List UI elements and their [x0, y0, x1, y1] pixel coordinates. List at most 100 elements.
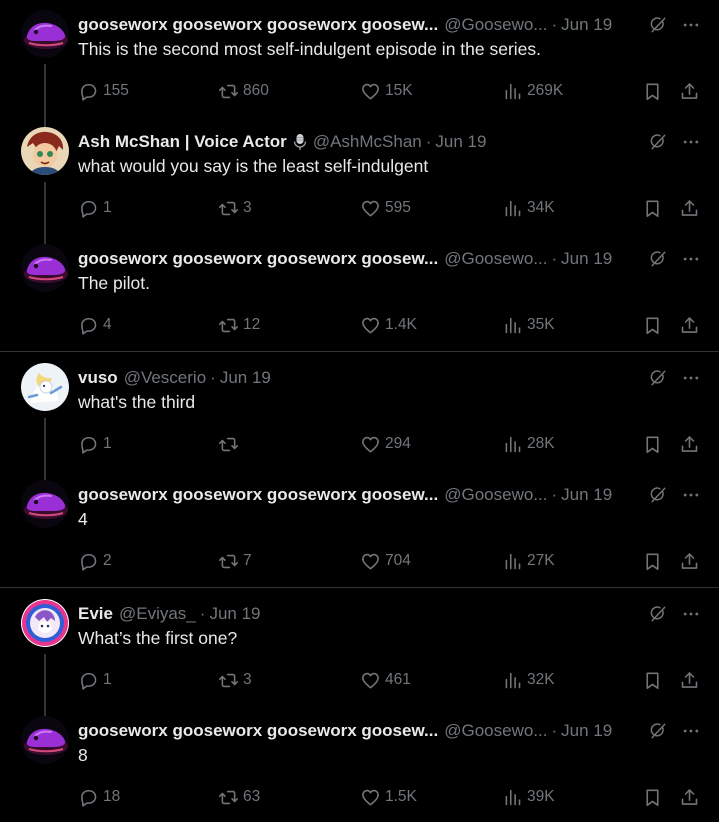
repost-button[interactable]: 3 [218, 196, 252, 220]
like-button[interactable]: 461 [360, 668, 411, 692]
display-name[interactable]: gooseworx gooseworx gooseworx goosew... [78, 15, 438, 35]
share-button[interactable] [679, 313, 700, 337]
grok-button[interactable] [648, 603, 668, 625]
like-button[interactable]: 595 [360, 196, 411, 220]
tweet[interactable]: Ash McShan | Voice Actor @AshMcShan · Ju… [0, 127, 719, 226]
tweet-actions: 1 294 28K [78, 432, 708, 456]
views-button[interactable]: 34K [502, 196, 555, 220]
avatar[interactable] [21, 127, 69, 175]
more-button[interactable] [681, 720, 701, 742]
user-handle[interactable]: @Vescerio [124, 368, 206, 388]
repost-button[interactable]: 12 [218, 313, 260, 337]
avatar[interactable] [21, 244, 69, 292]
display-name[interactable]: gooseworx gooseworx gooseworx goosew... [78, 485, 438, 505]
tweet[interactable]: vuso @Vescerio · Jun 19 what's the third… [0, 363, 719, 462]
share-button[interactable] [679, 79, 700, 103]
bookmark-button[interactable] [642, 79, 663, 103]
repost-button[interactable]: 63 [218, 785, 260, 809]
avatar[interactable] [21, 716, 69, 764]
heart-icon [360, 670, 381, 691]
tweet-date[interactable]: Jun 19 [220, 368, 271, 388]
more-button[interactable] [681, 131, 701, 153]
bookmark-button[interactable] [642, 196, 663, 220]
user-handle[interactable]: @Goosewo... [444, 485, 547, 505]
views-button[interactable]: 269K [502, 79, 563, 103]
views-button[interactable]: 32K [502, 668, 555, 692]
tweet-date[interactable]: Jun 19 [209, 604, 260, 624]
user-handle[interactable]: @Goosewo... [444, 15, 547, 35]
tweet-date[interactable]: Jun 19 [561, 485, 612, 505]
like-button[interactable]: 15K [360, 79, 413, 103]
like-button[interactable]: 1.5K [360, 785, 417, 809]
grok-button[interactable] [648, 367, 668, 389]
tweet-date[interactable]: Jun 19 [561, 249, 612, 269]
display-name[interactable]: vuso [78, 368, 118, 388]
avatar[interactable] [21, 599, 69, 647]
tweet-date[interactable]: Jun 19 [435, 132, 486, 152]
user-handle[interactable]: @Eviyas_ [119, 604, 196, 624]
grok-button[interactable] [648, 248, 668, 270]
bookmark-button[interactable] [642, 549, 663, 573]
grok-button[interactable] [648, 14, 668, 36]
more-button[interactable] [681, 367, 701, 389]
reply-button[interactable]: 1 [78, 668, 112, 692]
repost-button[interactable] [218, 432, 243, 456]
reply-button[interactable]: 18 [78, 785, 120, 809]
more-button[interactable] [681, 248, 701, 270]
share-button[interactable] [679, 549, 700, 573]
views-button[interactable]: 28K [502, 432, 555, 456]
bookmark-button[interactable] [642, 785, 663, 809]
display-name[interactable]: gooseworx gooseworx gooseworx goosew... [78, 249, 438, 269]
tweet[interactable]: gooseworx gooseworx gooseworx goosew... … [0, 716, 719, 815]
share-button[interactable] [679, 785, 700, 809]
more-button[interactable] [681, 14, 701, 36]
avatar[interactable] [21, 480, 69, 528]
microphone-icon [293, 134, 306, 150]
user-handle[interactable]: @Goosewo... [444, 249, 547, 269]
reply-button[interactable]: 1 [78, 196, 112, 220]
bar-chart-icon [502, 551, 523, 572]
tweet[interactable]: gooseworx gooseworx gooseworx goosew... … [0, 480, 719, 579]
like-button[interactable]: 294 [360, 432, 411, 456]
user-handle[interactable]: @Goosewo... [444, 721, 547, 741]
grok-button[interactable] [648, 720, 668, 742]
views-button[interactable]: 35K [502, 313, 555, 337]
bookmark-button[interactable] [642, 432, 663, 456]
more-button[interactable] [681, 484, 701, 506]
share-button[interactable] [679, 668, 700, 692]
like-button[interactable]: 704 [360, 549, 411, 573]
avatar[interactable] [21, 10, 69, 58]
user-handle[interactable]: @AshMcShan [313, 132, 422, 152]
avatar[interactable] [21, 363, 69, 411]
views-button[interactable]: 39K [502, 785, 555, 809]
reply-button[interactable]: 2 [78, 549, 112, 573]
repost-button[interactable]: 7 [218, 549, 252, 573]
like-button[interactable]: 1.4K [360, 313, 417, 337]
tweet[interactable]: gooseworx gooseworx gooseworx goosew... … [0, 10, 719, 109]
grok-slash-circle-icon [648, 604, 668, 624]
display-name[interactable]: gooseworx gooseworx gooseworx goosew... [78, 721, 438, 741]
bookmark-button[interactable] [642, 313, 663, 337]
tweet-date[interactable]: Jun 19 [561, 721, 612, 741]
reply-button[interactable]: 4 [78, 313, 112, 337]
display-name[interactable]: Evie [78, 604, 113, 624]
bookmark-button[interactable] [642, 668, 663, 692]
reply-button[interactable]: 155 [78, 79, 129, 103]
more-button[interactable] [681, 603, 701, 625]
separator-dot: · [551, 249, 558, 268]
tweet[interactable]: Evie @Eviyas_ · Jun 19 What’s the first … [0, 599, 719, 698]
repost-button[interactable]: 3 [218, 668, 252, 692]
tweet-date[interactable]: Jun 19 [561, 15, 612, 35]
grok-button[interactable] [648, 484, 668, 506]
share-button[interactable] [679, 196, 700, 220]
views-button[interactable]: 27K [502, 549, 555, 573]
tweet-text: what would you say is the least self-ind… [78, 156, 429, 176]
tweet-header: gooseworx gooseworx gooseworx goosew... … [78, 248, 638, 270]
tweet[interactable]: gooseworx gooseworx gooseworx goosew... … [0, 244, 719, 343]
like-count: 294 [385, 435, 411, 452]
reply-button[interactable]: 1 [78, 432, 112, 456]
grok-button[interactable] [648, 131, 668, 153]
display-name[interactable]: Ash McShan | Voice Actor [78, 132, 287, 152]
share-button[interactable] [679, 432, 700, 456]
repost-button[interactable]: 860 [218, 79, 269, 103]
